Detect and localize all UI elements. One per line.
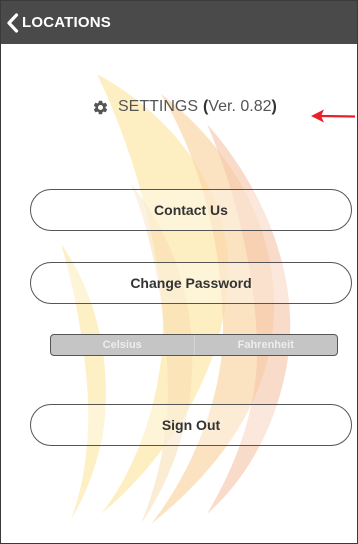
change-password-label: Change Password (130, 275, 252, 291)
back-button-label: LOCATIONS (22, 14, 112, 31)
version-close-paren: ) (271, 98, 277, 115)
sign-out-button[interactable]: Sign Out (30, 404, 352, 446)
back-button[interactable]: LOCATIONS (6, 1, 111, 44)
sign-out-label: Sign Out (161, 417, 221, 433)
celsius-label: Celsius (102, 339, 142, 351)
gear-icon (93, 100, 108, 114)
chevron-left-icon (7, 12, 19, 33)
celsius-option[interactable]: Celsius (51, 335, 195, 355)
fahrenheit-label: Fahrenheit (237, 339, 294, 351)
red-arrow-icon (311, 109, 356, 123)
version-text: Ver. 0.82 (208, 98, 272, 115)
fahrenheit-option[interactable]: Fahrenheit (195, 335, 338, 355)
settings-header: SETTINGS ( Ver. 0.82 ) (92, 96, 277, 118)
settings-title: SETTINGS (118, 98, 199, 115)
change-password-button[interactable]: Change Password (30, 262, 352, 304)
app-screen: LOCATIONS SETTINGS ( Ver. 0.82 ) Contact… (0, 0, 358, 544)
contact-us-button[interactable]: Contact Us (30, 189, 352, 231)
contact-us-label: Contact Us (154, 202, 228, 218)
temperature-unit-toggle: Celsius Fahrenheit (50, 334, 338, 356)
nav-bar: LOCATIONS (1, 1, 357, 44)
